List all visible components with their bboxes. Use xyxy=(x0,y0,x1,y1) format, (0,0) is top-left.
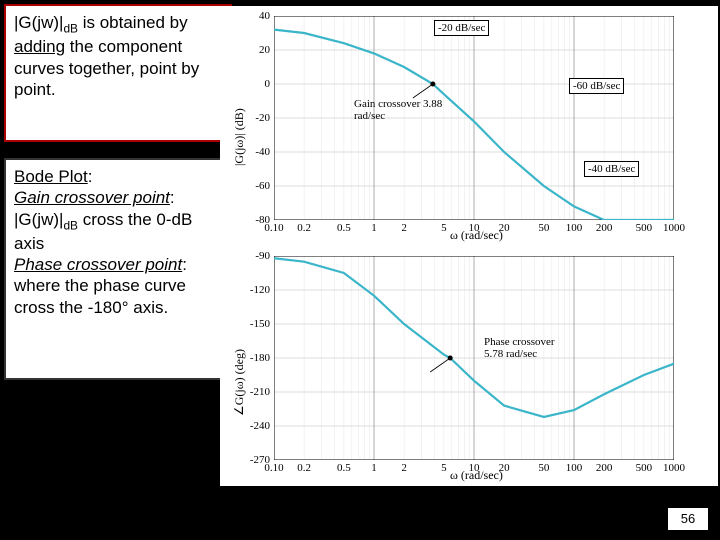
ytick: -90 xyxy=(240,250,270,262)
xtick: 1000 xyxy=(660,222,688,234)
xtick: 1 xyxy=(360,462,388,474)
ytick: -120 xyxy=(240,284,270,296)
text: |G(jw)|dB is obtained by adding the comp… xyxy=(14,13,199,99)
ytick: 20 xyxy=(240,44,270,56)
magnitude-plot: -20 dB/sec -60 dB/sec -40 dB/sec Gain cr… xyxy=(274,16,674,220)
t: |G(jw)| xyxy=(14,13,63,32)
page-number: 56 xyxy=(668,508,708,530)
magnitude-plot-svg xyxy=(274,16,674,220)
t: Phase crossover point xyxy=(14,255,182,274)
xtick: 0.10 xyxy=(260,462,288,474)
xtick: 100 xyxy=(560,462,588,474)
ytick: 40 xyxy=(240,10,270,22)
ytick: -240 xyxy=(240,420,270,432)
xtick: 0.2 xyxy=(290,462,318,474)
xtick: 200 xyxy=(590,462,618,474)
def-gain-crossover: Gain crossover point: |G(jw)|dB cross th… xyxy=(14,187,222,254)
phase-plot: Phase crossover 5.78 rad/sec -90-120-150… xyxy=(274,256,674,460)
xtick: 0.10 xyxy=(260,222,288,234)
t: is obtained by xyxy=(78,13,188,32)
xtick: 0.5 xyxy=(330,222,358,234)
xtick: 2 xyxy=(390,462,418,474)
xtick: 50 xyxy=(530,462,558,474)
bode-plot-figure: -20 dB/sec -60 dB/sec -40 dB/sec Gain cr… xyxy=(220,6,718,486)
xtick: 1000 xyxy=(660,462,688,474)
xtick: 200 xyxy=(590,222,618,234)
t: dB xyxy=(63,218,78,232)
xtick: 100 xyxy=(560,222,588,234)
heading: Bode Plot: xyxy=(14,166,222,187)
phase-xlabel: ω (rad/sec) xyxy=(450,468,503,483)
textbox-bode-definitions: Bode Plot: Gain crossover point: |G(jw)|… xyxy=(4,158,232,380)
xtick: 500 xyxy=(630,222,658,234)
t: Gain crossover point xyxy=(14,188,170,207)
xtick: 1 xyxy=(360,222,388,234)
ytick: 0 xyxy=(240,78,270,90)
def-phase-crossover: Phase crossover point: where the phase c… xyxy=(14,254,222,318)
mag-ylabel: |G(jω)| (dB) xyxy=(232,108,247,166)
xtick: 2 xyxy=(390,222,418,234)
mag-xlabel: ω (rad/sec) xyxy=(450,228,503,243)
ytick: -60 xyxy=(240,180,270,192)
t: dB xyxy=(63,21,78,35)
t: Bode Plot xyxy=(14,167,88,186)
xtick: 0.5 xyxy=(330,462,358,474)
phase-plot-svg xyxy=(274,256,674,460)
ytick: -150 xyxy=(240,318,270,330)
phase-ylabel: ∠G(jω) (deg) xyxy=(232,349,247,416)
textbox-magnitude-note: |G(jw)|dB is obtained by adding the comp… xyxy=(4,4,232,142)
xtick: 500 xyxy=(630,462,658,474)
t: adding xyxy=(14,37,65,56)
xtick: 0.2 xyxy=(290,222,318,234)
xtick: 50 xyxy=(530,222,558,234)
